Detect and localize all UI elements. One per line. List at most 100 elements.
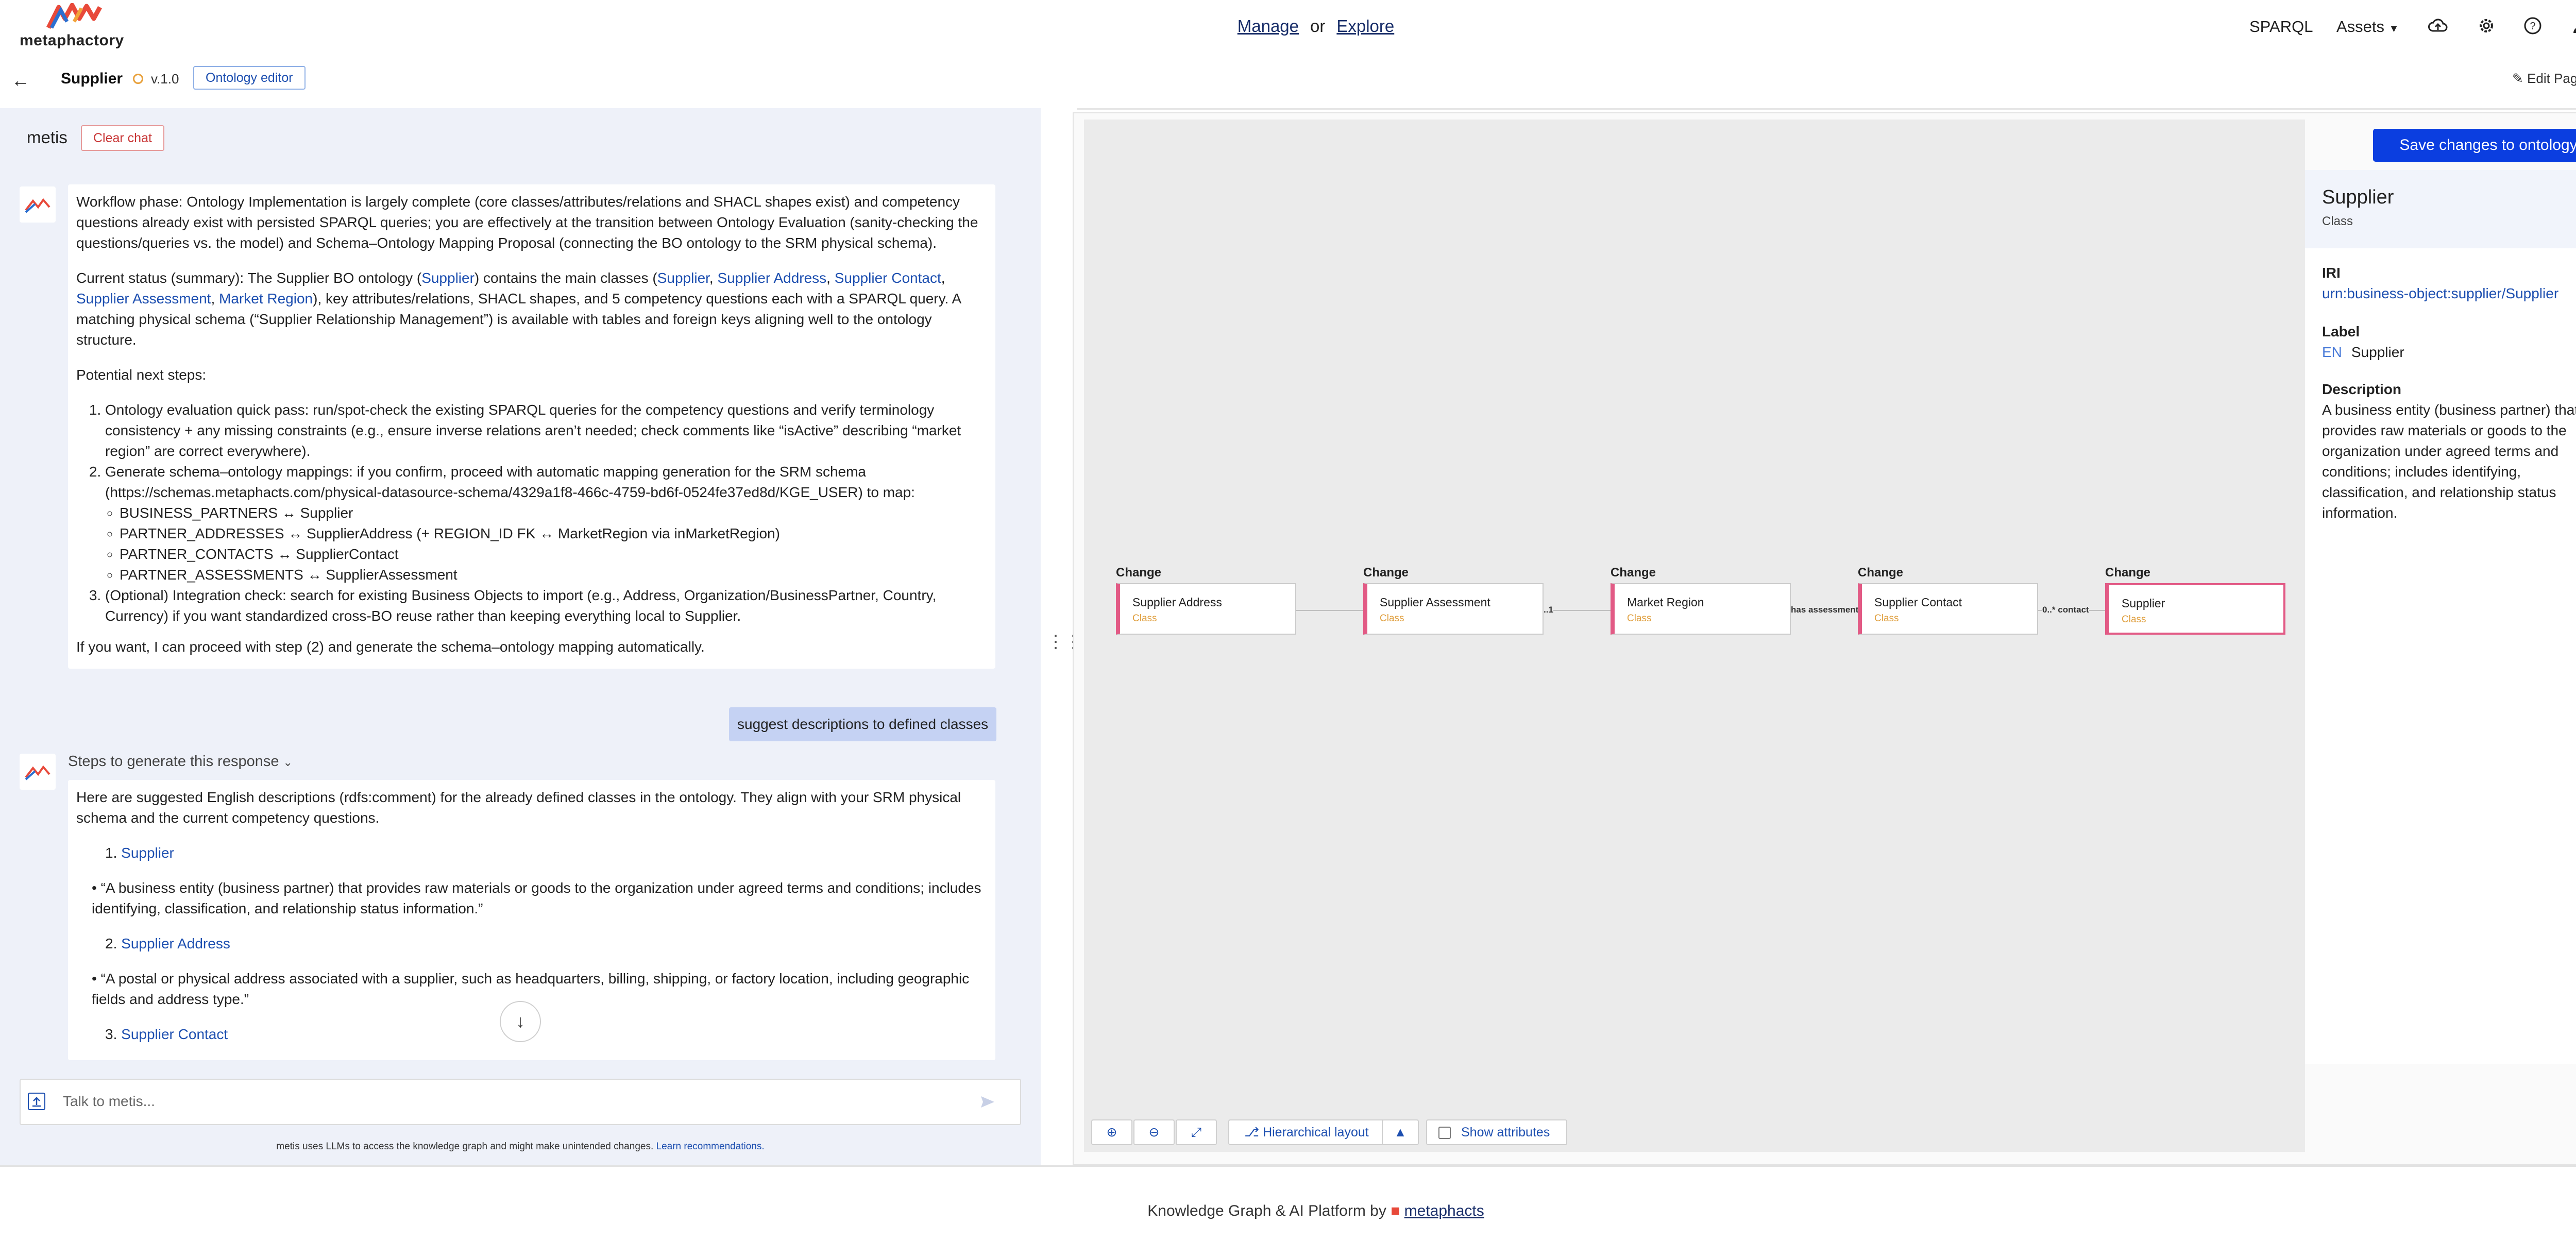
- label-label: Label: [2322, 324, 2360, 339]
- layout-label: Hierarchical layout: [1263, 1125, 1369, 1140]
- caret-up-icon: ▲: [1394, 1125, 1407, 1140]
- chevron-down-icon: ⌄: [283, 756, 293, 769]
- steps-toggle-label: Steps to generate this response: [68, 753, 279, 770]
- zoom-out-button[interactable]: ⊖: [1133, 1119, 1175, 1145]
- class-link-supplier-contact[interactable]: Supplier Contact: [121, 1026, 228, 1042]
- nav-sparql[interactable]: SPARQL: [2249, 18, 2313, 36]
- metaphacts-logo-icon: ■: [1391, 1202, 1400, 1219]
- svg-text:?: ?: [2530, 21, 2535, 32]
- zoom-in-button[interactable]: ⊕: [1091, 1119, 1132, 1145]
- graph-node-market-region[interactable]: Market Region Class: [1611, 583, 1791, 635]
- node-change-label: Change: [1858, 566, 1904, 580]
- class-link-supplier[interactable]: Supplier: [657, 270, 709, 286]
- list-item: BUSINESS_PARTNERS ↔ Supplier: [120, 503, 987, 523]
- node-name: Supplier Address: [1132, 596, 1222, 609]
- description-value: A business entity (business partner) tha…: [2322, 402, 2576, 521]
- llm-disclaimer: metis uses LLMs to access the knowledge …: [276, 1141, 765, 1152]
- class-link-supplier[interactable]: Supplier: [121, 845, 174, 861]
- class-link-supplier[interactable]: Supplier: [421, 270, 474, 286]
- next-steps-list: Ontology evaluation quick pass: run/spot…: [76, 400, 987, 626]
- class-link-supplier-contact[interactable]: Supplier Contact: [835, 270, 941, 286]
- main-nav: Manage or Explore: [0, 16, 2576, 36]
- caret-down-icon: ▼: [2388, 23, 2399, 35]
- nav-manage-link[interactable]: Manage: [1238, 16, 1299, 36]
- graph-edge[interactable]: [1544, 610, 1613, 611]
- graph-canvas[interactable]: [1084, 120, 2305, 1152]
- save-changes-button[interactable]: Save changes to ontology: [2373, 129, 2576, 162]
- description-label: Description: [2322, 381, 2402, 397]
- list-item: PARTNER_ASSESSMENTS ↔ SupplierAssessment: [120, 565, 987, 585]
- suggested-description: • “A business entity (business partner) …: [92, 880, 981, 916]
- list-item: PARTNER_CONTACTS ↔ SupplierContact: [120, 544, 987, 565]
- list-item: Generate schema–ontology mappings: if yo…: [105, 462, 987, 585]
- list-item: 2. Supplier Address: [105, 936, 230, 951]
- node-change-label: Change: [1363, 566, 1409, 580]
- hierarchical-layout-button[interactable]: ⎇ Hierarchical layout: [1228, 1119, 1385, 1145]
- clear-chat-button[interactable]: Clear chat: [81, 125, 164, 151]
- class-link-market-region[interactable]: Market Region: [219, 291, 313, 307]
- send-icon[interactable]: [979, 1093, 996, 1111]
- nav-assets-menu[interactable]: Assets ▼: [2336, 18, 2399, 36]
- node-name: Supplier: [2122, 597, 2165, 610]
- page-title: Supplier: [61, 70, 123, 87]
- chat-input[interactable]: [62, 1085, 960, 1118]
- details-panel: [2305, 170, 2576, 1064]
- draft-status-icon: [133, 74, 143, 84]
- pencil-icon: ✎: [2512, 71, 2523, 86]
- fit-screen-icon: ⤢: [1191, 1125, 1201, 1140]
- edge-label: has assessment: [1791, 605, 1859, 615]
- graph-node-supplier-address[interactable]: Supplier Address Class: [1116, 583, 1296, 635]
- nav-explore-link[interactable]: Explore: [1336, 16, 1394, 36]
- user-icon[interactable]: [2571, 15, 2576, 36]
- show-attributes-label: Show attributes: [1461, 1125, 1550, 1140]
- message-paragraph: Here are suggested English descriptions …: [76, 789, 961, 826]
- graph-node-supplier-assessment[interactable]: Supplier Assessment Class: [1363, 583, 1544, 635]
- iri-label: IRI: [2322, 265, 2341, 281]
- graph-node-supplier-contact[interactable]: Supplier Contact Class: [1858, 583, 2038, 635]
- assistant-message: Workflow phase: Ontology Implementation …: [68, 184, 995, 669]
- edit-page-button[interactable]: ✎ Edit Page: [2512, 71, 2576, 87]
- page-header-bar: [0, 57, 2576, 110]
- zoom-in-icon: ⊕: [1106, 1125, 1117, 1140]
- class-link-supplier-address[interactable]: Supplier Address: [717, 270, 826, 286]
- fit-to-screen-button[interactable]: ⤢: [1176, 1119, 1217, 1145]
- class-link-supplier-address[interactable]: Supplier Address: [121, 936, 230, 951]
- message-paragraph: Workflow phase: Ontology Implementation …: [76, 194, 978, 251]
- list-item: Ontology evaluation quick pass: run/spot…: [105, 400, 987, 462]
- language-tag: EN: [2322, 344, 2342, 360]
- node-type: Class: [2122, 614, 2146, 625]
- node-change-label: Change: [2105, 566, 2151, 580]
- graph-edge[interactable]: [1296, 610, 1365, 611]
- ontology-editor-button[interactable]: Ontology editor: [193, 66, 306, 90]
- hierarchy-icon: ⎇: [1244, 1125, 1260, 1140]
- iri-value[interactable]: urn:business-object:supplier/Supplier: [2322, 283, 2558, 304]
- nav-or-text: or: [1310, 16, 1326, 36]
- chat-title: metis: [27, 128, 67, 147]
- back-arrow-icon[interactable]: ←: [11, 70, 30, 91]
- edge-label: ..1: [1544, 605, 1553, 615]
- layout-dropdown-button[interactable]: ▲: [1382, 1119, 1419, 1145]
- class-link-supplier-assessment[interactable]: Supplier Assessment: [76, 291, 211, 307]
- learn-recommendations-link[interactable]: Learn recommendations.: [656, 1141, 765, 1152]
- graph-node-supplier[interactable]: Supplier Class: [2105, 583, 2285, 635]
- list-item: 1. Supplier: [105, 845, 174, 861]
- edge-label: 0..* contact: [2042, 605, 2089, 615]
- message-paragraph: If you want, I can proceed with step (2)…: [76, 639, 705, 655]
- help-icon[interactable]: ?: [2522, 15, 2543, 36]
- node-type: Class: [1380, 613, 1404, 624]
- details-type: Class: [2322, 214, 2353, 228]
- node-type: Class: [1132, 613, 1157, 624]
- steps-toggle[interactable]: Steps to generate this response ⌄: [68, 753, 293, 770]
- metaphacts-link[interactable]: metaphacts: [1404, 1202, 1484, 1219]
- suggested-description: • “A postal or physical address associat…: [92, 971, 970, 1007]
- footer-text: Knowledge Graph & AI Platform by ■ metap…: [1147, 1202, 1484, 1219]
- message-paragraph: Potential next steps:: [76, 367, 207, 383]
- gear-icon[interactable]: [2476, 15, 2497, 36]
- scroll-down-button[interactable]: ↓: [500, 1001, 541, 1042]
- node-change-label: Change: [1611, 566, 1656, 580]
- zoom-out-icon: ⊖: [1148, 1125, 1160, 1140]
- node-type: Class: [1627, 613, 1652, 624]
- upload-icon[interactable]: [28, 1093, 45, 1110]
- show-attributes-checkbox[interactable]: [1438, 1127, 1451, 1139]
- cloud-upload-icon[interactable]: [2428, 15, 2448, 36]
